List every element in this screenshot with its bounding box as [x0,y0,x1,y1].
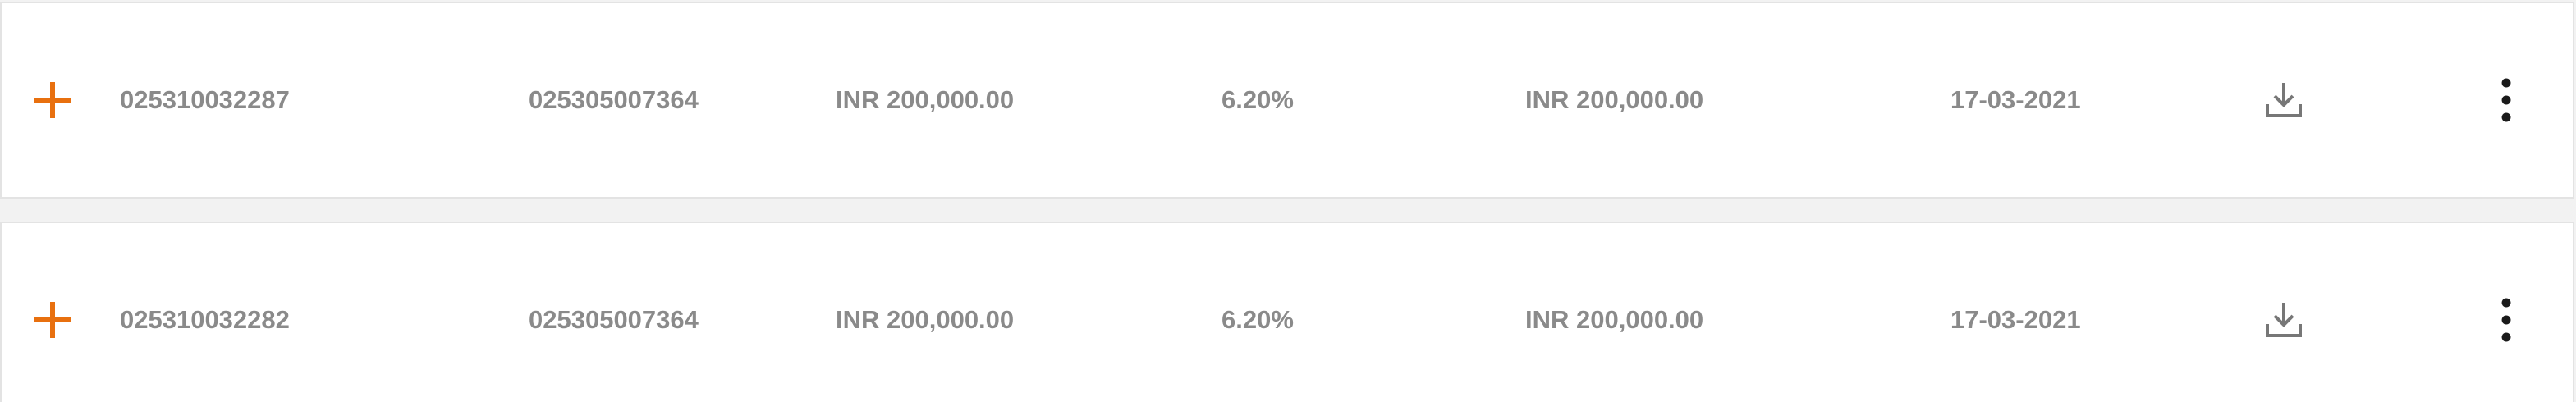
reference-number: 025305007364 [529,85,699,114]
download-button[interactable] [2261,3,2307,197]
plus-icon [32,80,73,121]
deposit-amount: INR 200,000.00 [836,85,1015,114]
deposit-date: 17-03-2021 [1950,85,2081,114]
more-vertical-icon [2500,297,2512,343]
interest-rate: 6.20% [1222,85,1294,114]
more-options-button[interactable] [2487,3,2525,197]
account-number: 025310032282 [120,305,290,334]
account-number: 025310032287 [120,85,290,114]
download-icon [2263,299,2304,340]
table-row[interactable]: 025310032287 025305007364 INR 200,000.00… [0,2,2574,199]
expand-button[interactable] [30,3,76,197]
reference-number: 025305007364 [529,305,699,334]
download-button[interactable] [2261,223,2307,402]
table-row[interactable]: 025310032282 025305007364 INR 200,000.00… [0,222,2574,402]
maturity-amount: INR 200,000.00 [1525,305,1704,334]
more-vertical-icon [2500,77,2512,123]
interest-rate: 6.20% [1222,305,1294,334]
deposit-date: 17-03-2021 [1950,305,2081,334]
plus-icon [32,299,73,340]
deposit-amount: INR 200,000.00 [836,305,1015,334]
more-options-button[interactable] [2487,223,2525,402]
deposit-list: 025310032287 025305007364 INR 200,000.00… [0,0,2576,402]
maturity-amount: INR 200,000.00 [1525,85,1704,114]
download-icon [2263,80,2304,121]
expand-button[interactable] [30,223,76,402]
